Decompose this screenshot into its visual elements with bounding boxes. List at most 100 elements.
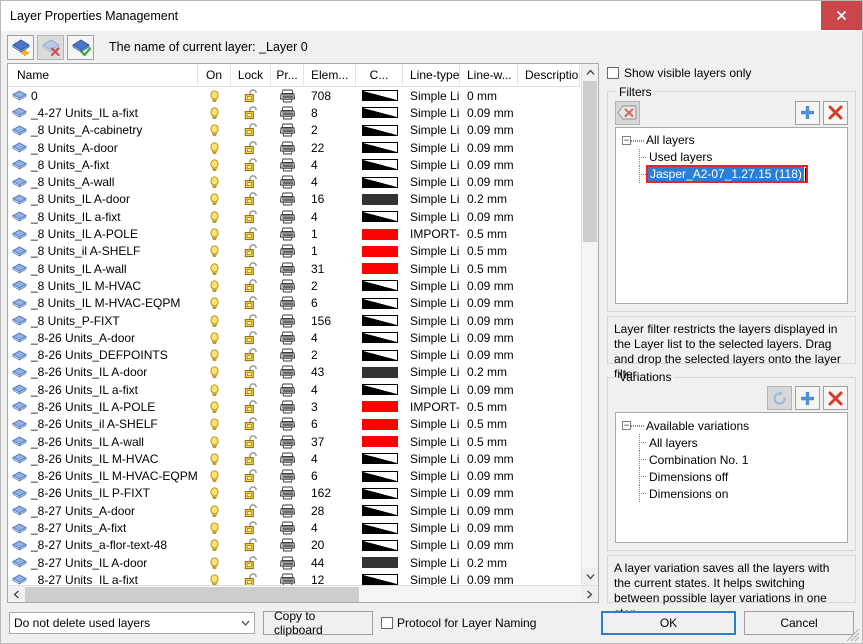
light-bulb-on-icon[interactable] [208, 210, 221, 224]
cell-line-type[interactable]: Simple Line [403, 521, 460, 535]
light-bulb-on-icon[interactable] [208, 141, 221, 155]
cell-lock[interactable] [231, 382, 271, 397]
unlocked-padlock-icon[interactable] [244, 192, 259, 206]
cell-line-width[interactable]: 0.09 mm [460, 331, 518, 345]
cell-line-width[interactable]: 0.09 mm [460, 452, 518, 466]
printer-icon[interactable] [279, 538, 296, 552]
color-swatch-gradient[interactable] [361, 107, 398, 119]
cell-layer-name[interactable]: _8 Units_IL a-fixt [8, 210, 198, 224]
cell-lock[interactable] [231, 158, 271, 172]
color-swatch-gradient[interactable] [361, 142, 398, 154]
scroll-left-button[interactable] [8, 586, 25, 603]
color-swatch-gradient[interactable] [361, 453, 398, 465]
cell-on[interactable] [198, 192, 231, 206]
cell-layer-name[interactable]: _8-27 Units_a-flor-text-48 [8, 538, 198, 552]
cell-color[interactable] [356, 124, 403, 136]
table-row[interactable]: _8 Units_IL A-POLE 1 IMPORT-...0.5 mm [8, 225, 581, 242]
light-bulb-on-icon[interactable] [208, 227, 221, 241]
unlocked-padlock-icon[interactable] [244, 503, 259, 518]
table-row[interactable]: _4-27 Units_IL a-fixt 8 Simple Line0.09 mm [8, 104, 581, 121]
color-swatch-red[interactable] [361, 401, 398, 413]
cell-color[interactable] [356, 297, 403, 309]
light-bulb-on-icon[interactable] [208, 365, 221, 379]
color-swatch-red[interactable] [361, 263, 398, 275]
color-swatch-gradient[interactable] [361, 90, 398, 102]
color-swatch-gradient[interactable] [361, 384, 398, 396]
cell-print[interactable] [271, 469, 304, 483]
cell-color[interactable] [356, 349, 403, 361]
unlocked-padlock-icon[interactable] [244, 365, 259, 379]
cell-line-type[interactable]: Simple Line [403, 504, 460, 518]
table-row[interactable]: _8-26 Units_IL A-POLE 3 IMPORT-...0.5 mm [8, 398, 581, 415]
cell-layer-name[interactable]: _8 Units_IL M-HVAC-EQPM [8, 296, 198, 310]
unlocked-padlock-icon[interactable] [244, 313, 259, 328]
cell-on[interactable] [198, 210, 231, 224]
cell-layer-name[interactable]: _8-26 Units_A-door [8, 331, 198, 345]
cell-line-type[interactable]: Simple Line [403, 175, 460, 189]
delete-filter-button[interactable] [823, 100, 848, 125]
light-bulb-on-icon[interactable] [208, 348, 221, 362]
unlocked-padlock-icon[interactable] [244, 296, 259, 310]
cell-lock[interactable] [231, 348, 271, 362]
cell-line-type[interactable]: Simple Line [403, 469, 460, 483]
cell-print[interactable] [271, 279, 304, 293]
cell-print[interactable] [271, 400, 304, 414]
cell-line-type[interactable]: Simple Line [403, 331, 460, 345]
unlocked-padlock-icon[interactable] [244, 227, 259, 241]
color-swatch-gradient[interactable] [361, 574, 398, 585]
cell-line-width[interactable]: 0.5 mm [460, 417, 518, 431]
unlocked-padlock-icon[interactable] [244, 261, 259, 276]
cell-print[interactable] [271, 210, 304, 224]
cell-print[interactable] [271, 192, 304, 206]
delete-layer-button[interactable] [37, 34, 64, 60]
cell-on[interactable] [198, 521, 231, 535]
cell-on[interactable] [198, 504, 231, 518]
cell-line-width[interactable]: 0.2 mm [460, 365, 518, 379]
cell-lock[interactable] [231, 261, 271, 276]
cell-print[interactable] [271, 123, 304, 137]
unlocked-padlock-icon[interactable] [244, 521, 259, 535]
cell-on[interactable] [198, 556, 231, 570]
cell-line-type[interactable]: Simple Line [403, 417, 460, 431]
cell-color[interactable] [356, 315, 403, 326]
color-swatch-gradient[interactable] [361, 487, 398, 499]
cell-line-width[interactable]: 0.2 mm [460, 192, 518, 206]
cell-lock[interactable] [231, 279, 271, 293]
printer-icon[interactable] [279, 279, 296, 293]
column-header-on[interactable]: On [198, 64, 231, 86]
cell-color[interactable] [356, 401, 403, 413]
cell-color[interactable] [356, 557, 403, 569]
light-bulb-on-icon[interactable] [208, 452, 221, 466]
cell-on[interactable] [198, 452, 231, 466]
cell-color[interactable] [356, 539, 403, 551]
light-bulb-on-icon[interactable] [208, 331, 221, 345]
column-header-print[interactable]: Pr... [271, 64, 304, 86]
table-row[interactable]: _8 Units_IL A-door 16 Simple Line0.2 mm [8, 191, 581, 208]
unlocked-padlock-icon[interactable] [244, 123, 259, 137]
cell-line-type[interactable]: IMPORT-... [403, 400, 460, 414]
cell-line-width[interactable]: 0.09 mm [460, 141, 518, 155]
new-layer-button[interactable] [7, 34, 34, 60]
cell-line-type[interactable]: Simple Line [403, 158, 460, 172]
table-row[interactable]: _8-27 Units_IL A-door 44 Simple Line0.2 mm [8, 554, 581, 571]
filters-tree[interactable]: − All layers Used layers Jasper_A2-07_1.… [615, 126, 848, 305]
light-bulb-on-icon[interactable] [208, 106, 221, 120]
column-header-description[interactable]: Description [518, 64, 580, 86]
printer-icon[interactable] [279, 158, 296, 172]
cell-on[interactable] [198, 573, 231, 585]
cell-lock[interactable] [231, 88, 271, 103]
cell-on[interactable] [198, 123, 231, 137]
cell-color[interactable] [356, 522, 403, 534]
cell-color[interactable] [356, 436, 403, 448]
light-bulb-on-icon[interactable] [208, 504, 221, 518]
cell-print[interactable] [271, 452, 304, 466]
column-header-elements[interactable]: Elem... [304, 64, 356, 86]
cell-layer-name[interactable]: _8 Units_IL A-POLE [8, 227, 198, 241]
cell-on[interactable] [198, 227, 231, 241]
cell-lock[interactable] [231, 140, 271, 155]
printer-icon[interactable] [279, 141, 296, 155]
cell-layer-name[interactable]: _8-27 Units_A-door [8, 504, 198, 518]
cell-line-type[interactable]: Simple Line [403, 556, 460, 570]
cell-line-type[interactable]: Simple Line [403, 314, 460, 328]
printer-icon[interactable] [279, 469, 296, 483]
